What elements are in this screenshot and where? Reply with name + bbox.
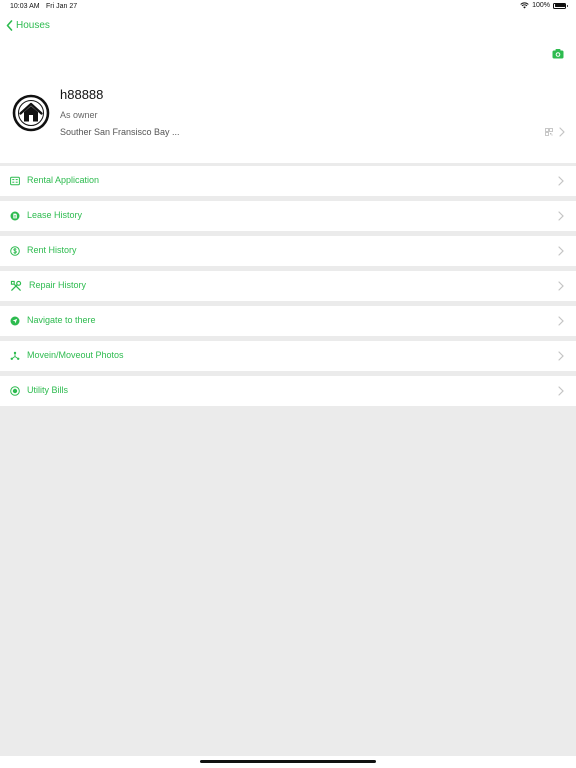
menu-item-lease-history[interactable]: Lease History [0,201,576,231]
camera-icon[interactable] [552,48,564,60]
chevron-right-icon [558,351,564,361]
chevron-right-icon [558,246,564,256]
status-bar: 10:03 AM Fri Jan 27 100% [0,0,576,14]
menu-item-movein-moveout-photos[interactable]: Movein/Moveout Photos [0,341,576,371]
chevron-right-icon [558,316,564,326]
menu-item-label: Rent History [27,245,77,255]
house-avatar-icon [12,94,50,132]
property-role: As owner [60,110,98,120]
menu-item-label: Utility Bills [27,385,69,395]
back-button[interactable]: Houses [6,20,50,31]
home-indicator[interactable] [200,760,376,763]
navigate-icon [10,316,20,326]
qr-code-button[interactable] [545,127,565,137]
dollar-icon [10,246,20,256]
chevron-left-icon [6,20,13,31]
property-address: Souther San Fransisco Bay ... [60,127,180,137]
utility-icon [10,386,20,396]
property-name: h88888 [60,87,104,102]
menu-item-utility-bills[interactable]: Utility Bills [0,376,576,406]
menu-item-navigate[interactable]: Navigate to there [0,306,576,336]
menu-item-label: Rental Application [27,175,100,185]
menu-item-label: Movein/Moveout Photos [27,350,124,360]
chevron-right-icon [558,281,564,291]
status-date: Fri Jan 27 [46,3,78,10]
property-header: Houses h88888 As owner Souther San Frans… [0,14,576,163]
battery-percent: 100% [532,2,550,9]
battery-icon [553,2,568,9]
chevron-right-icon [558,211,564,221]
menu-item-rental-application[interactable]: Rental Application [0,166,576,196]
property-menu: Rental Application Lease History Rent Hi… [0,166,576,411]
status-right: 100% [520,2,568,9]
status-time: 10:03 AM [10,3,40,10]
lease-icon [10,211,20,221]
chevron-right-icon [559,127,565,137]
back-label: Houses [16,20,50,31]
chevron-right-icon [558,176,564,186]
menu-item-rent-history[interactable]: Rent History [0,236,576,266]
chevron-right-icon [558,386,564,396]
qr-code-icon [545,128,553,136]
wifi-icon [520,2,529,9]
menu-item-repair-history[interactable]: Repair History [0,271,576,301]
menu-item-label: Navigate to there [27,315,96,325]
photos-icon [10,351,20,360]
application-icon [10,176,20,186]
menu-item-label: Repair History [29,280,87,290]
menu-item-label: Lease History [27,210,83,220]
tools-icon [10,280,22,291]
